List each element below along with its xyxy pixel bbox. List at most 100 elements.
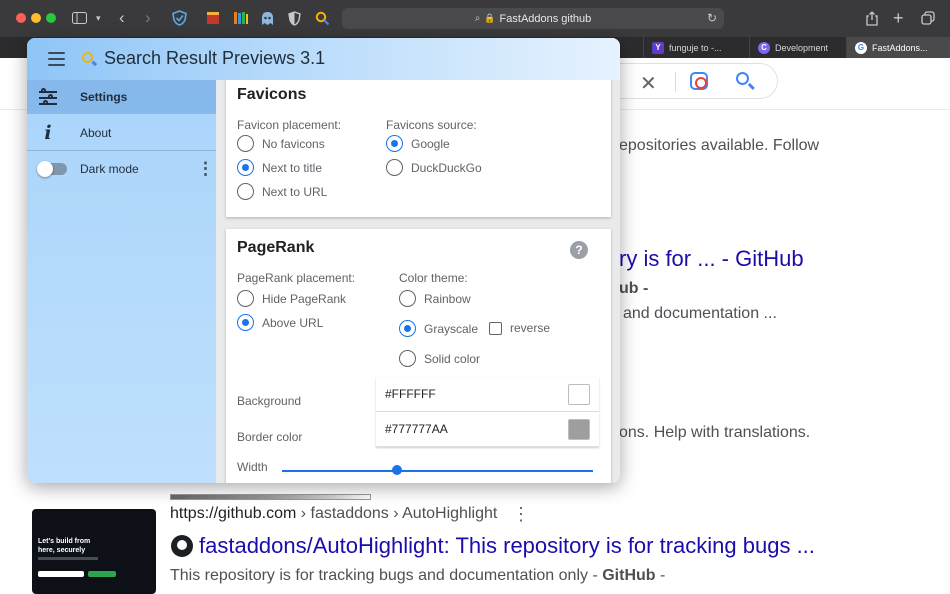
radio-button[interactable]	[237, 290, 254, 307]
result-thumbnail[interactable]: Let's build from here, securely	[32, 509, 156, 594]
radio-next-to-title[interactable]: Next to title	[237, 159, 322, 176]
radio-button-selected[interactable]	[386, 135, 403, 152]
card-title: PageRank	[237, 239, 315, 256]
search-previews-extension-icon[interactable]	[315, 9, 330, 27]
sidebar-item-dark-mode: Dark mode ⋮	[27, 152, 216, 186]
radio-button[interactable]	[399, 290, 416, 307]
checkbox[interactable]	[489, 321, 502, 335]
google-favicon: G	[855, 41, 867, 54]
shield-check-icon[interactable]	[172, 9, 187, 27]
favicons-card: Favicons Favicon placement: No favicons …	[226, 80, 611, 217]
tab-fastaddons[interactable]: G FastAddons...	[846, 37, 950, 58]
radio-button[interactable]	[386, 159, 403, 176]
snippet-text: This repository is for tracking bugs and…	[170, 567, 603, 584]
back-icon[interactable]: ‹	[119, 8, 125, 27]
border-color-label: Border color	[237, 430, 303, 444]
checkbox-reverse[interactable]: reverse	[489, 321, 550, 335]
camera-search-icon[interactable]	[690, 72, 708, 90]
tab-development[interactable]: C Development	[749, 37, 844, 58]
radio-button-selected[interactable]	[399, 320, 416, 337]
radio-hide-pagerank[interactable]: Hide PageRank	[237, 290, 346, 307]
tab-overview-icon[interactable]	[921, 9, 935, 27]
thumbnail-line	[38, 557, 98, 560]
popup-header: Search Result Previews 3.1	[27, 38, 620, 80]
sidebar-item-about[interactable]: i About	[27, 116, 216, 150]
result-snippet: This repository is for tracking bugs and…	[170, 567, 665, 585]
result-title-link[interactable]: ry is for ... - GitHub	[619, 246, 804, 272]
background-color-field[interactable]: #FFFFFF	[376, 377, 599, 412]
more-options-icon[interactable]: ⋮	[512, 504, 530, 525]
github-icon	[171, 535, 193, 557]
radio-button[interactable]	[399, 350, 416, 367]
checkbox-label: reverse	[510, 321, 551, 335]
address-text: FastAddons github	[499, 12, 592, 25]
books-icon[interactable]	[233, 9, 249, 27]
radio-button[interactable]	[237, 135, 254, 152]
tab-funguje[interactable]: Y funguje to -...	[643, 37, 747, 58]
magnifier-logo-icon	[82, 52, 93, 63]
menu-icon[interactable]	[48, 52, 65, 66]
width-slider-handle[interactable]	[392, 465, 402, 475]
share-icon[interactable]	[866, 9, 878, 27]
info-icon: i	[44, 122, 52, 144]
sidebar-item-settings[interactable]: Settings	[27, 80, 216, 114]
snippet-text: -	[655, 567, 666, 584]
close-window-button[interactable]	[16, 13, 26, 23]
help-icon[interactable]: ?	[570, 241, 588, 259]
tab-label: FastAddons...	[872, 42, 928, 53]
url-path: › fastaddons › AutoHighlight	[296, 505, 498, 522]
divider	[675, 72, 676, 92]
clapperboard-icon[interactable]	[206, 9, 220, 27]
address-bar[interactable]: ⌕ 🔒 FastAddons github ↻	[342, 8, 724, 29]
sidebar-toggle-icon[interactable]	[72, 9, 87, 27]
shield-half-icon[interactable]	[288, 9, 301, 27]
more-options-icon[interactable]: ⋮	[197, 159, 214, 179]
reload-icon[interactable]: ↻	[707, 11, 717, 25]
ghost-icon[interactable]	[260, 9, 275, 27]
radio-button[interactable]	[237, 183, 254, 200]
color-swatch[interactable]	[568, 384, 590, 405]
sidebar-item-label: About	[80, 126, 112, 140]
thumbnail-button	[88, 571, 116, 577]
zoom-window-button[interactable]	[46, 13, 56, 23]
new-tab-icon[interactable]: +	[893, 8, 904, 28]
radio-button-selected[interactable]	[237, 314, 254, 331]
extension-popup: Search Result Previews 3.1 Settings i Ab…	[27, 38, 620, 483]
result-url[interactable]: https://github.com › fastaddons › AutoHi…	[170, 505, 497, 523]
radio-button-selected[interactable]	[237, 159, 254, 176]
radio-above-url[interactable]: Above URL	[237, 314, 323, 331]
radio-label: Google	[411, 136, 450, 151]
color-swatch[interactable]	[568, 419, 590, 440]
radio-label: DuckDuckGo	[411, 160, 482, 175]
popup-sidebar: Settings i About Dark mode ⋮	[27, 80, 216, 483]
radio-solid-color[interactable]: Solid color	[399, 350, 480, 367]
radio-label: Solid color	[424, 351, 481, 366]
pagerank-bar	[170, 494, 371, 500]
radio-next-to-url[interactable]: Next to URL	[237, 183, 327, 200]
clear-search-icon[interactable]: ✕	[640, 71, 657, 96]
result-title-link[interactable]: fastaddons/AutoHighlight: This repositor…	[199, 533, 815, 559]
pagerank-placement-label: PageRank placement:	[237, 271, 356, 285]
radio-duckduckgo[interactable]: DuckDuckGo	[386, 159, 482, 176]
radio-grayscale[interactable]: Grayscale	[399, 320, 478, 337]
search-icon[interactable]	[736, 72, 749, 85]
forward-icon[interactable]: ›	[145, 8, 151, 27]
chevron-down-icon[interactable]: ▾	[96, 9, 101, 27]
popup-title: Search Result Previews 3.1	[104, 48, 326, 68]
radio-rainbow[interactable]: Rainbow	[399, 290, 471, 307]
radio-no-favicons[interactable]: No favicons	[237, 135, 325, 152]
sidebar-item-label: Dark mode	[80, 162, 139, 176]
width-slider-track[interactable]	[282, 470, 593, 472]
radio-google[interactable]: Google	[386, 135, 450, 152]
width-label: Width	[237, 460, 268, 474]
sliders-icon	[39, 88, 57, 106]
radio-label: Above URL	[262, 315, 324, 330]
favicon-placement-label: Favicon placement:	[237, 118, 342, 132]
settings-content: Favicons Favicon placement: No favicons …	[216, 80, 620, 483]
dark-mode-toggle[interactable]	[37, 161, 67, 177]
border-color-field[interactable]: #777777AA	[376, 412, 599, 447]
magnifier-icon: ⌕	[474, 13, 481, 24]
thumbnail-input	[38, 571, 84, 577]
minimize-window-button[interactable]	[31, 13, 41, 23]
radio-label: Next to title	[262, 160, 323, 175]
